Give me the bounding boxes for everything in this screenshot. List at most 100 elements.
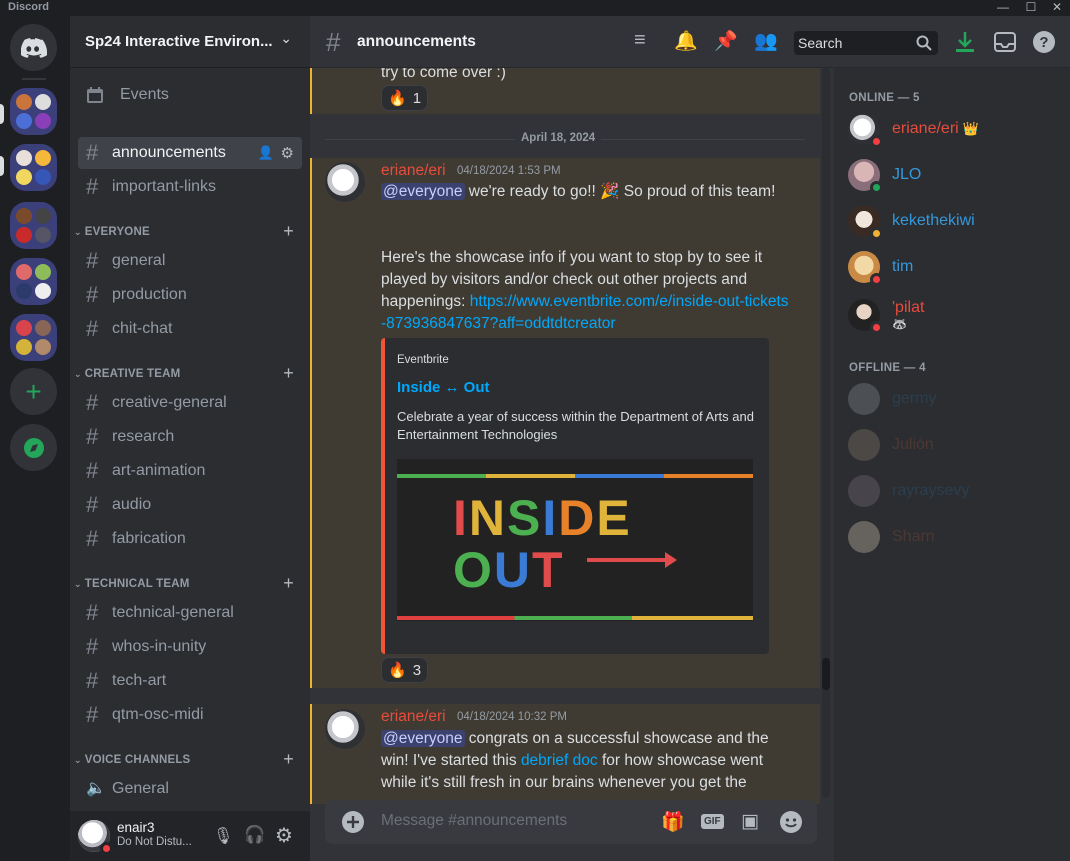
channel-creative-general[interactable]: # creative-general: [78, 387, 302, 419]
maximize-button[interactable]: ☐: [1018, 0, 1044, 16]
member-item[interactable]: tim: [848, 247, 913, 287]
channel-general[interactable]: # general: [78, 245, 302, 277]
fire-icon: 🔥: [388, 662, 407, 679]
close-button[interactable]: ✕: [1044, 0, 1070, 16]
unread-pill: [0, 104, 4, 124]
emoji-icon[interactable]: [780, 811, 802, 833]
channel-label: tech-art: [112, 672, 167, 689]
events-item[interactable]: Events: [78, 79, 302, 111]
invite-icon[interactable]: 👤: [258, 145, 274, 161]
discover-button[interactable]: [10, 424, 57, 471]
everyone-mention[interactable]: @everyone: [381, 183, 465, 200]
channel-research[interactable]: # research: [78, 421, 302, 453]
voice-channel-general[interactable]: 🔈 General: [78, 773, 302, 805]
author-name[interactable]: eriane/eri: [381, 708, 446, 726]
avatar[interactable]: [325, 162, 365, 202]
avatar[interactable]: [78, 820, 113, 855]
add-attachment-icon[interactable]: [342, 811, 364, 833]
inbox-icon[interactable]: [994, 32, 1016, 52]
members-icon[interactable]: 👥: [754, 29, 778, 53]
help-icon[interactable]: ?: [1032, 30, 1056, 54]
category-voice-channels[interactable]: ⌄ VOICE CHANNELS +: [74, 749, 304, 770]
sticker-icon[interactable]: ▣: [741, 810, 759, 833]
gif-icon[interactable]: GIF: [701, 814, 724, 829]
message-composer[interactable]: Message #announcements 🎁 GIF ▣: [325, 800, 817, 844]
server-folder-2[interactable]: [10, 144, 57, 191]
add-server-button[interactable]: +: [10, 368, 57, 415]
member-item[interactable]: JLO: [848, 155, 921, 195]
calendar-icon: [87, 87, 103, 103]
channel-important-links[interactable]: # important-links: [78, 171, 302, 203]
server-folder-1[interactable]: [10, 88, 57, 135]
channel-announcements[interactable]: # announcements 👤 ⚙: [78, 137, 302, 169]
threads-icon[interactable]: ≡: [634, 29, 646, 52]
server-folder-4[interactable]: [10, 258, 57, 305]
channel-audio[interactable]: # audio: [78, 489, 302, 521]
embed-image[interactable]: INSIDE OUT: [397, 459, 753, 621]
gift-icon[interactable]: 🎁: [661, 810, 685, 834]
gear-icon[interactable]: ⚙: [281, 144, 294, 162]
minimize-button[interactable]: —: [990, 0, 1016, 16]
member-item[interactable]: Julión: [848, 425, 934, 465]
member-item[interactable]: rayraysevy: [848, 471, 969, 511]
debrief-doc-link[interactable]: debrief doc: [521, 752, 598, 769]
channel-chit-chat[interactable]: # chit-chat: [78, 313, 302, 345]
embed-title[interactable]: Inside ↔ Out: [397, 379, 490, 396]
hash-icon: #: [86, 248, 99, 273]
member-name: Sharn: [892, 528, 935, 545]
scrollbar-track[interactable]: [822, 68, 830, 798]
reaction-fire[interactable]: 🔥 1: [381, 85, 429, 111]
server-name: Sp24 Interactive Environ...: [85, 33, 273, 50]
home-button[interactable]: [10, 24, 57, 71]
member-item[interactable]: kekethekiwi: [848, 201, 975, 241]
app-name: Discord: [8, 1, 49, 13]
hash-icon: #: [86, 634, 99, 659]
chevron-down-icon: ⌄: [74, 368, 82, 379]
member-item[interactable]: Sharn: [848, 517, 935, 557]
message-body: @everyone congrats on a successful showc…: [381, 728, 791, 794]
reaction-fire[interactable]: 🔥 3: [381, 657, 429, 683]
member-item[interactable]: 'pilat 🦝: [848, 293, 924, 337]
author-name[interactable]: eriane/eri: [381, 162, 446, 180]
add-channel-icon[interactable]: +: [283, 573, 294, 594]
message-input-placeholder[interactable]: Message #announcements: [381, 812, 567, 830]
channel-fabrication[interactable]: # fabrication: [78, 523, 302, 555]
avatar[interactable]: [325, 709, 365, 749]
hash-icon: #: [86, 282, 99, 307]
pin-icon[interactable]: 📌: [714, 29, 738, 53]
member-item[interactable]: germy: [848, 379, 936, 419]
search-input[interactable]: Search: [794, 31, 938, 55]
server-folder-5[interactable]: [10, 314, 57, 361]
channel-tech-art[interactable]: # tech-art: [78, 665, 302, 697]
server-folder-3[interactable]: [10, 202, 57, 249]
channel-label: production: [112, 286, 187, 303]
fire-icon: 🔥: [388, 90, 407, 107]
channel-technical-general[interactable]: # technical-general: [78, 597, 302, 629]
message-body: @everyone we're ready to go!! 🎉 So proud…: [381, 181, 791, 203]
add-channel-icon[interactable]: +: [283, 221, 294, 242]
add-channel-icon[interactable]: +: [283, 749, 294, 770]
headphones-icon[interactable]: 🎧: [244, 825, 265, 845]
download-icon[interactable]: [955, 31, 975, 53]
channel-whos-in-unity[interactable]: # whos-in-unity: [78, 631, 302, 663]
category-creative-team[interactable]: ⌄ CREATIVE TEAM +: [74, 363, 304, 384]
category-everyone[interactable]: ⌄ EVERYONE +: [74, 221, 304, 242]
chevron-down-icon: ⌄: [74, 226, 82, 237]
everyone-mention[interactable]: @everyone: [381, 730, 465, 747]
category-technical-team[interactable]: ⌄ TECHNICAL TEAM +: [74, 573, 304, 594]
server-header[interactable]: Sp24 Interactive Environ... ⌄: [70, 16, 310, 68]
channel-production[interactable]: # production: [78, 279, 302, 311]
microphone-icon[interactable]: 🎙: [213, 826, 233, 846]
bell-icon[interactable]: 🔔: [674, 29, 698, 53]
user-info[interactable]: enair3 Do Not Distu...: [117, 820, 192, 848]
avatar: [848, 251, 883, 286]
compass-icon: [23, 437, 44, 458]
channel-art-animation[interactable]: # art-animation: [78, 455, 302, 487]
add-channel-icon[interactable]: +: [283, 363, 294, 384]
chat-area: # announcements ≡ 🔔 📌 👥 Search ? try to …: [310, 16, 1070, 861]
scrollbar-thumb[interactable]: [822, 658, 830, 690]
channel-qtm-osc-midi[interactable]: # qtm-osc-midi: [78, 699, 302, 731]
channel-sidebar: Sp24 Interactive Environ... ⌄ Events # a…: [70, 16, 310, 861]
member-item[interactable]: eriane/eri 👑: [848, 109, 979, 149]
settings-gear-icon[interactable]: ⚙: [275, 823, 293, 848]
